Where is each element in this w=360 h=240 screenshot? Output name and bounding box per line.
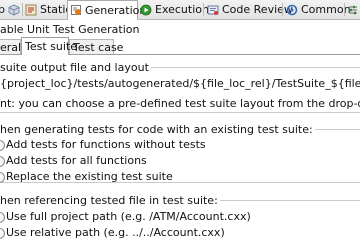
test-configuration-panel: p Static Generation Execution Code Revie… (0, 0, 360, 240)
add-tests-without-tests-label[interactable]: Add tests for functions without tests (6, 138, 206, 151)
replace-test-suite-radio[interactable] (0, 172, 5, 183)
sliders-icon (347, 4, 359, 16)
replace-test-suite-label[interactable]: Replace the existing test suite (6, 170, 173, 183)
tab-test-suite-label: Test suite (25, 40, 77, 53)
tab-separator (282, 3, 283, 16)
generation-icon (70, 4, 82, 16)
enable-unit-test-generation-label: able Unit Test Generation (0, 22, 140, 36)
existing-suite-group-title: hen generating tests for code with an ex… (0, 123, 315, 136)
output-file-group: suite output file and layout {project_lo… (0, 61, 360, 113)
config-tab-bar: p Static Generation Execution Code Revie… (0, 0, 360, 20)
tab-partial[interactable]: p (0, 1, 20, 18)
generation-subtab-bar: eral Test suite Test case (0, 37, 360, 55)
cube-icon (8, 4, 20, 16)
tab-partial-label: p (0, 3, 5, 16)
tab-test-case-label: Test case (73, 40, 124, 54)
common-icon (286, 4, 298, 16)
file-reference-group: hen referencing tested file in test suit… (0, 194, 360, 240)
tab-execution[interactable]: Execution (140, 1, 209, 18)
tab-code-review[interactable]: Code Review (207, 1, 293, 18)
output-file-group-title: suite output file and layout (0, 61, 151, 74)
tab-common[interactable]: Common (286, 1, 351, 18)
output-file-path-combo[interactable]: {project_loc}/tests/autogenerated/${file… (0, 77, 360, 90)
add-tests-all-functions-radio[interactable] (0, 156, 5, 167)
tab-separator (22, 3, 23, 16)
tab-separator (203, 3, 204, 16)
file-reference-group-title: hen referencing tested file in test suit… (0, 194, 220, 207)
code-review-icon (207, 4, 219, 16)
full-project-path-label[interactable]: Use full project path (e.g. /ATM/Account… (6, 210, 251, 223)
add-tests-all-functions-label[interactable]: Add tests for all functions (6, 154, 147, 167)
tab-general-label: eral (0, 40, 22, 54)
tab-generation-label: Generation (85, 3, 147, 17)
tab-general[interactable]: eral (0, 39, 21, 54)
execution-icon (140, 4, 152, 16)
add-tests-without-tests-radio[interactable] (0, 140, 5, 151)
relative-path-radio[interactable] (0, 228, 5, 239)
enable-unit-test-generation[interactable]: able Unit Test Generation (0, 21, 139, 37)
tab-static[interactable]: Static (25, 1, 71, 18)
full-project-path-radio[interactable] (0, 212, 5, 223)
tab-separator (344, 3, 345, 16)
static-analysis-icon (25, 4, 37, 16)
tab-overflow[interactable] (347, 1, 359, 18)
output-layout-hint: nt: you can choose a pre-defined test su… (0, 97, 360, 110)
tab-generation[interactable]: Generation (67, 0, 146, 20)
tab-test-suite[interactable]: Test suite (21, 37, 77, 55)
relative-path-label[interactable]: Use relative path (e.g. ../../Account.cx… (6, 226, 225, 239)
existing-suite-group: hen generating tests for code with an ex… (0, 123, 360, 183)
tab-execution-label: Execution (155, 3, 209, 16)
